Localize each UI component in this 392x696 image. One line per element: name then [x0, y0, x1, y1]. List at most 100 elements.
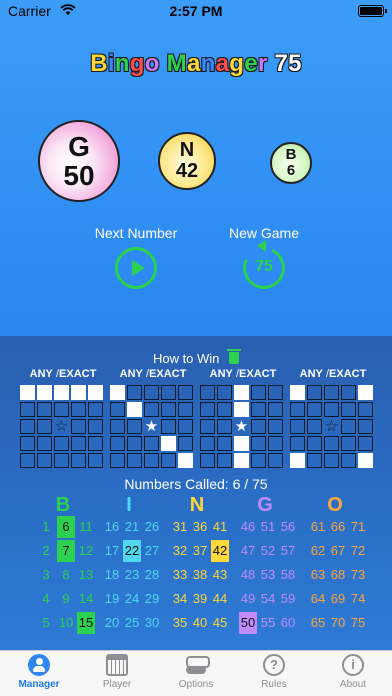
pattern-cell[interactable]: [88, 385, 103, 400]
pattern-cell[interactable]: [341, 385, 356, 400]
pattern-cell[interactable]: [251, 453, 266, 468]
win-pattern[interactable]: ANY /EXACT ★: [200, 367, 286, 468]
pattern-cell[interactable]: [268, 453, 283, 468]
pattern-cell[interactable]: [234, 453, 249, 468]
pattern-cell[interactable]: [127, 419, 142, 434]
mode-any[interactable]: ANY: [30, 368, 53, 380]
pattern-cell[interactable]: [307, 436, 322, 451]
pattern-cell[interactable]: [178, 402, 193, 417]
pattern-cell[interactable]: [71, 453, 86, 468]
win-pattern[interactable]: ANY /EXACT ☆: [290, 367, 376, 468]
trash-icon[interactable]: [227, 349, 242, 364]
pattern-cell[interactable]: [290, 419, 305, 434]
pattern-cell[interactable]: [54, 453, 69, 468]
pattern-cell[interactable]: [268, 419, 283, 434]
pattern-cell[interactable]: [251, 436, 266, 451]
mode-exact[interactable]: EXACT: [149, 368, 186, 380]
pattern-cell[interactable]: [110, 385, 125, 400]
tab-about[interactable]: i About: [314, 654, 392, 690]
pattern-cell[interactable]: [20, 436, 35, 451]
free-space-star-icon[interactable]: ★: [234, 419, 249, 434]
pattern-cell[interactable]: [37, 385, 52, 400]
pattern-cell[interactable]: [268, 385, 283, 400]
free-space-star-icon[interactable]: ☆: [54, 419, 69, 434]
pattern-cell[interactable]: [307, 453, 322, 468]
tab-player[interactable]: Player: [78, 654, 156, 690]
pattern-cell[interactable]: [144, 453, 159, 468]
tab-manager[interactable]: Manager: [0, 654, 78, 690]
pattern-cell[interactable]: [127, 385, 142, 400]
pattern-cell[interactable]: [71, 385, 86, 400]
pattern-cell[interactable]: [200, 419, 215, 434]
pattern-cell[interactable]: [307, 385, 322, 400]
pattern-cell[interactable]: [307, 402, 322, 417]
pattern-cell[interactable]: [37, 436, 52, 451]
pattern-cell[interactable]: [200, 436, 215, 451]
pattern-cell[interactable]: [234, 385, 249, 400]
pattern-cell[interactable]: [127, 453, 142, 468]
pattern-cell[interactable]: [37, 419, 52, 434]
pattern-cell[interactable]: [161, 402, 176, 417]
pattern-cell[interactable]: [127, 436, 142, 451]
pattern-cell[interactable]: [88, 436, 103, 451]
pattern-cell[interactable]: [110, 402, 125, 417]
pattern-cell[interactable]: [54, 385, 69, 400]
pattern-cell[interactable]: [161, 436, 176, 451]
pattern-cell[interactable]: [178, 419, 193, 434]
free-space-star-icon[interactable]: ★: [144, 419, 159, 434]
pattern-cell[interactable]: [178, 436, 193, 451]
pattern-cell[interactable]: [290, 436, 305, 451]
tab-options[interactable]: Options: [157, 654, 235, 690]
pattern-cell[interactable]: [178, 385, 193, 400]
pattern-cell[interactable]: [324, 385, 339, 400]
pattern-cell[interactable]: [217, 385, 232, 400]
pattern-cell[interactable]: [178, 453, 193, 468]
pattern-cell[interactable]: [324, 402, 339, 417]
pattern-cell[interactable]: [144, 402, 159, 417]
pattern-cell[interactable]: [324, 453, 339, 468]
pattern-cell[interactable]: [251, 419, 266, 434]
pattern-cell[interactable]: [20, 402, 35, 417]
free-space-star-icon[interactable]: ☆: [324, 419, 339, 434]
pattern-cell[interactable]: [290, 385, 305, 400]
pattern-cell[interactable]: [341, 402, 356, 417]
pattern-cell[interactable]: [290, 402, 305, 417]
pattern-cell[interactable]: [37, 402, 52, 417]
pattern-cell[interactable]: [251, 402, 266, 417]
pattern-cell[interactable]: [20, 385, 35, 400]
pattern-cell[interactable]: [161, 453, 176, 468]
next-number-button[interactable]: [115, 247, 157, 289]
pattern-cell[interactable]: [88, 419, 103, 434]
win-pattern[interactable]: ANY /EXACT ★: [110, 367, 196, 468]
pattern-cell[interactable]: [268, 436, 283, 451]
pattern-cell[interactable]: [358, 453, 373, 468]
pattern-cell[interactable]: [54, 402, 69, 417]
pattern-cell[interactable]: [161, 385, 176, 400]
pattern-cell[interactable]: [71, 419, 86, 434]
pattern-cell[interactable]: [71, 436, 86, 451]
pattern-cell[interactable]: [71, 402, 86, 417]
pattern-cell[interactable]: [161, 419, 176, 434]
mode-exact[interactable]: EXACT: [329, 368, 366, 380]
pattern-cell[interactable]: [200, 453, 215, 468]
win-pattern[interactable]: ANY /EXACT ☆: [20, 367, 106, 468]
pattern-cell[interactable]: [217, 436, 232, 451]
pattern-cell[interactable]: [110, 453, 125, 468]
pattern-cell[interactable]: [234, 436, 249, 451]
tab-rules[interactable]: ? Rules: [235, 654, 313, 690]
pattern-cell[interactable]: [234, 402, 249, 417]
pattern-cell[interactable]: [358, 385, 373, 400]
mode-any[interactable]: ANY: [120, 368, 143, 380]
pattern-cell[interactable]: [341, 436, 356, 451]
pattern-cell[interactable]: [200, 402, 215, 417]
pattern-cell[interactable]: [217, 402, 232, 417]
pattern-cell[interactable]: [144, 436, 159, 451]
pattern-cell[interactable]: [20, 453, 35, 468]
pattern-cell[interactable]: [88, 453, 103, 468]
mode-any[interactable]: ANY: [210, 368, 233, 380]
pattern-cell[interactable]: [88, 402, 103, 417]
pattern-cell[interactable]: [341, 419, 356, 434]
pattern-cell[interactable]: [251, 385, 266, 400]
pattern-cell[interactable]: [217, 453, 232, 468]
pattern-cell[interactable]: [110, 419, 125, 434]
